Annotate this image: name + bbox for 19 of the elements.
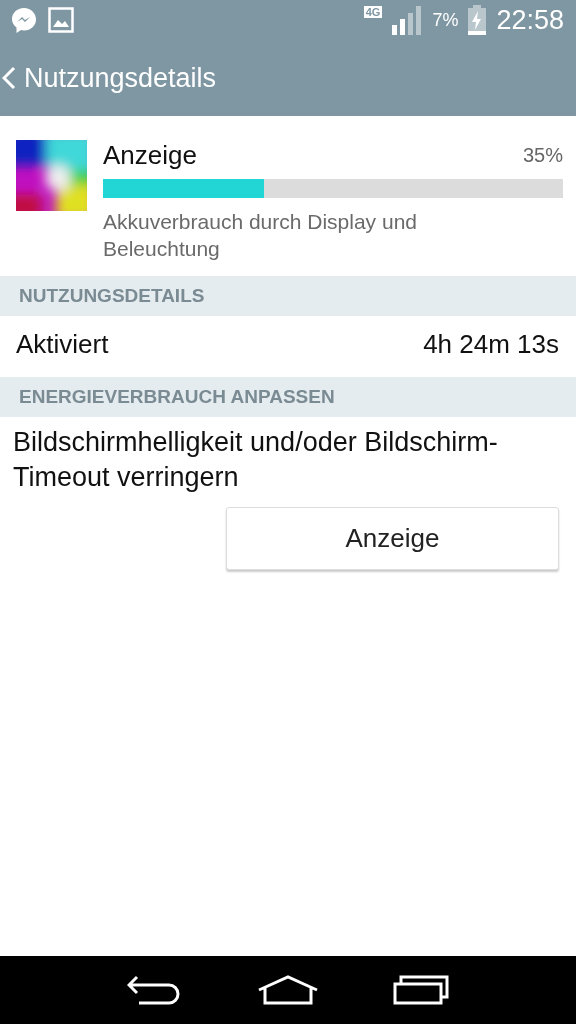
image-icon bbox=[48, 7, 74, 33]
clock: 22:58 bbox=[496, 4, 564, 36]
app-name: Anzeige bbox=[103, 140, 197, 171]
stat-label: Aktiviert bbox=[16, 329, 109, 360]
chevron-left-icon bbox=[2, 66, 16, 90]
display-settings-button[interactable]: Anzeige bbox=[226, 507, 559, 570]
network-type-indicator: 4G bbox=[363, 6, 383, 18]
recent-apps-icon[interactable] bbox=[393, 975, 449, 1005]
usage-description: Akkuverbrauch durch Display und Beleuchtung bbox=[103, 209, 418, 262]
section-header: NUTZUNGSDETAILS bbox=[0, 276, 576, 316]
usage-percent: 35% bbox=[522, 144, 563, 167]
battery-charging-icon bbox=[468, 5, 487, 35]
stat-value: 4h 24m 13s bbox=[423, 329, 559, 360]
section-header: ENERGIEVERBRAUCH ANPASSEN bbox=[0, 377, 576, 417]
messenger-icon bbox=[10, 6, 38, 34]
tip-text: Bildschirmhelligkeit und/oder Bildschirm-Timeout verringern bbox=[13, 426, 499, 494]
colorful-gradient-icon bbox=[16, 140, 87, 211]
home-icon[interactable] bbox=[257, 975, 319, 1005]
battery-percent: 7% bbox=[432, 9, 459, 31]
